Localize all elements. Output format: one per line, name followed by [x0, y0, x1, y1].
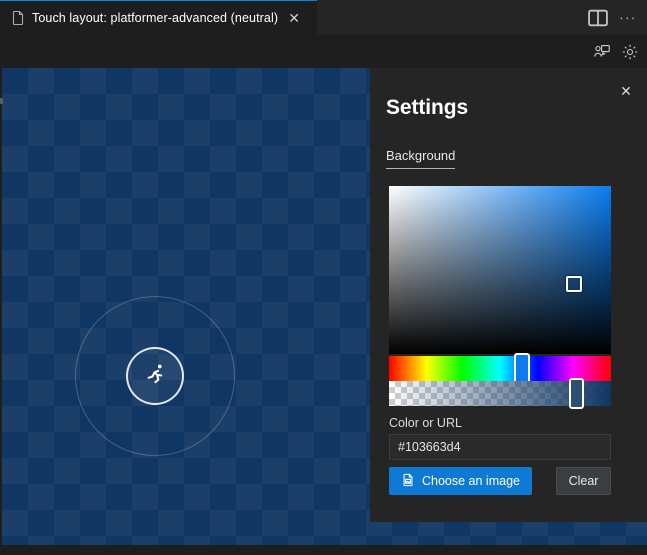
- alpha-slider-handle[interactable]: [569, 378, 584, 409]
- close-icon[interactable]: ✕: [615, 80, 637, 102]
- scrollbar-marker[interactable]: [0, 98, 3, 104]
- present-icon[interactable]: [593, 43, 611, 61]
- choose-image-label: Choose an image: [422, 474, 520, 488]
- panel-tabs: Background: [386, 148, 456, 169]
- image-file-icon: [401, 473, 415, 490]
- more-actions-icon[interactable]: ···: [615, 5, 641, 31]
- clear-button[interactable]: Clear: [556, 467, 611, 495]
- split-editor-icon[interactable]: [585, 5, 611, 31]
- choose-image-button[interactable]: Choose an image: [389, 467, 532, 495]
- editor-tab-title: Touch layout: platformer-advanced (neutr…: [32, 11, 279, 25]
- app-window: Touch layout: platformer-advanced (neutr…: [0, 0, 647, 555]
- canvas-left-edge: [0, 68, 2, 545]
- editor-toolbar-actions: [593, 35, 639, 68]
- hue-slider-handle[interactable]: [514, 353, 530, 384]
- canvas-bottom-edge: [0, 545, 647, 555]
- gear-icon[interactable]: [621, 43, 639, 61]
- saturation-value-cursor[interactable]: [566, 276, 582, 292]
- tab-background[interactable]: Background: [386, 148, 456, 169]
- color-or-url-input[interactable]: [389, 434, 611, 460]
- runner-icon: [142, 361, 168, 392]
- joystick-inner-button[interactable]: [126, 347, 184, 405]
- saturation-value-area[interactable]: [389, 186, 611, 354]
- tab-bar-actions: ···: [585, 0, 641, 35]
- file-icon: [10, 10, 26, 26]
- editor-toolbar: [0, 35, 647, 68]
- close-icon[interactable]: ✕: [285, 9, 303, 27]
- color-field-label: Color or URL: [389, 416, 462, 430]
- editor-tab-touch-layout[interactable]: Touch layout: platformer-advanced (neutr…: [0, 0, 317, 35]
- panel-title: Settings: [386, 96, 469, 119]
- editor-tab-bar: Touch layout: platformer-advanced (neutr…: [0, 0, 647, 35]
